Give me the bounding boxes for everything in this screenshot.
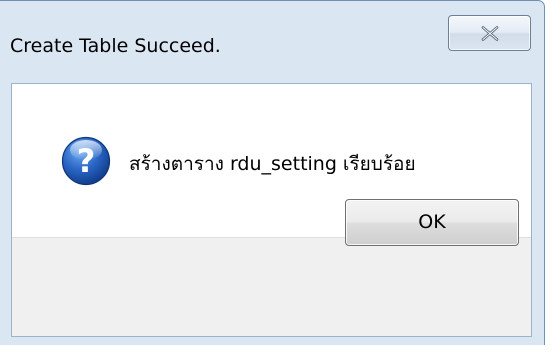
message-dialog: Create Table Succeed. ? สร้างตาราง rdu_s… [0,0,545,345]
ok-button[interactable]: OK [345,199,519,246]
dialog-title: Create Table Succeed. [10,35,221,57]
button-area [12,237,531,336]
question-icon: ? [61,136,111,186]
close-icon [481,26,499,41]
title-bar[interactable]: Create Table Succeed. [0,1,544,83]
svg-text:?: ? [77,142,96,180]
close-button[interactable] [448,15,531,51]
dialog-content: ? สร้างตาราง rdu_setting เรียบร้อย OK [11,83,532,337]
message-text: สร้างตาราง rdu_setting เรียบร้อย [129,153,416,175]
